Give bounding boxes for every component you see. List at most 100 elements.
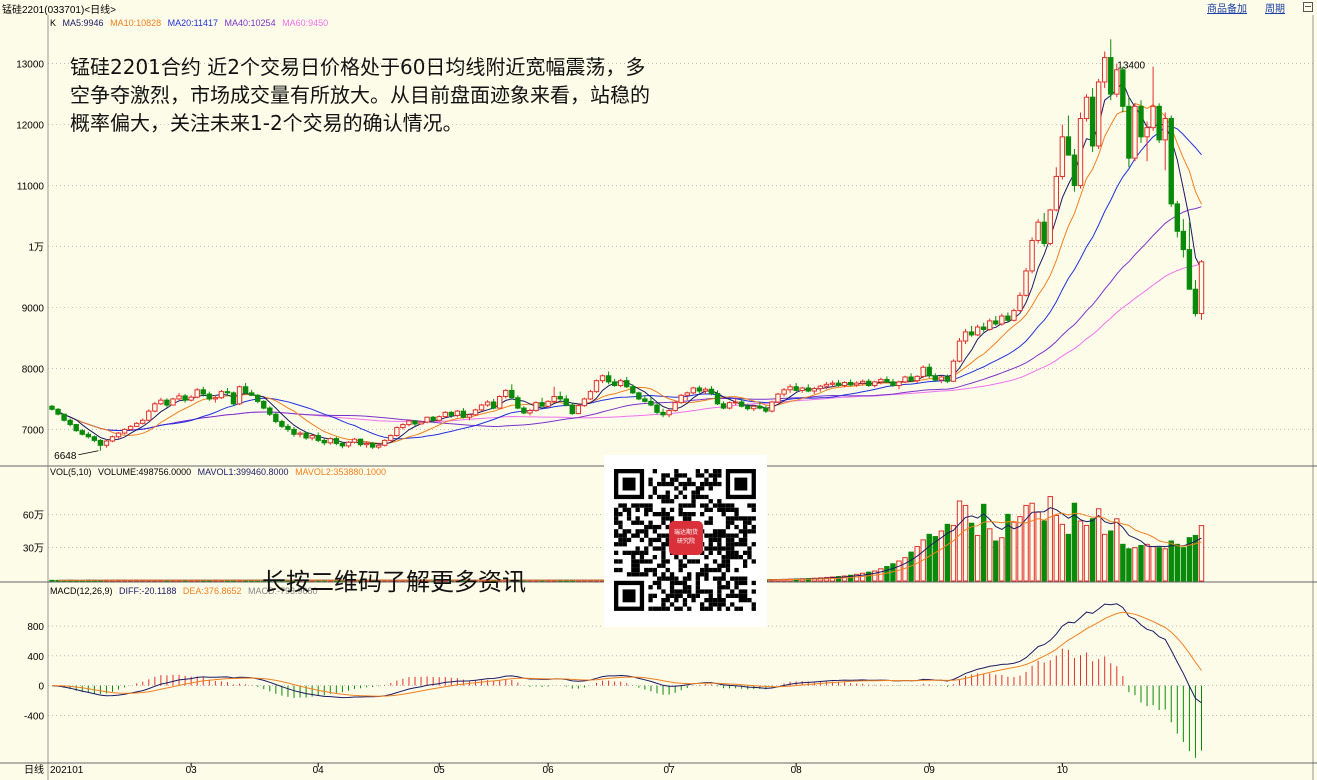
candle-body xyxy=(115,432,122,438)
qr-module xyxy=(652,580,657,586)
qr-module xyxy=(669,477,675,482)
minimize-icon[interactable] xyxy=(1303,2,1313,12)
qr-module xyxy=(669,585,675,590)
qr-module xyxy=(717,469,722,474)
candle-body xyxy=(248,392,255,396)
volume-bar xyxy=(1126,548,1132,582)
qr-module xyxy=(708,546,713,551)
qr-module xyxy=(704,563,709,568)
candle-body xyxy=(1162,118,1168,141)
legend-vol: VOL(5,10) xyxy=(50,467,92,477)
qr-module xyxy=(725,533,731,538)
qr-module xyxy=(730,550,735,555)
qr-module xyxy=(687,593,692,598)
qr-module xyxy=(678,563,683,568)
candle-body xyxy=(369,442,376,448)
qr-module xyxy=(652,546,657,551)
qr-module xyxy=(665,567,670,573)
qr-module xyxy=(661,516,666,521)
qr-module xyxy=(661,589,666,594)
volume-bar xyxy=(1041,520,1047,582)
volume-bar xyxy=(1077,520,1084,582)
volume-bar xyxy=(968,522,975,582)
qr-module xyxy=(678,481,683,487)
candle-body xyxy=(182,395,188,401)
month-label: 03 xyxy=(186,765,198,776)
period-link[interactable]: 周期 xyxy=(1265,0,1285,15)
qr-module xyxy=(717,481,722,487)
qr-module xyxy=(721,503,726,508)
qr-module xyxy=(721,572,726,577)
candle-body xyxy=(327,438,334,444)
qr-module xyxy=(614,507,619,512)
qr-module xyxy=(708,516,713,521)
qr-module xyxy=(622,529,627,534)
candle-body xyxy=(73,424,79,432)
qr-module xyxy=(665,516,670,521)
volume-bar xyxy=(1150,546,1156,582)
legend-ma5: MA5:9946 xyxy=(62,18,104,28)
candle-body xyxy=(363,442,370,446)
commodity-link[interactable]: 商品备加 xyxy=(1207,0,1247,15)
min-price-pointer xyxy=(78,450,99,456)
qr-module xyxy=(730,546,735,551)
qr-module xyxy=(721,576,726,581)
qr-code[interactable]: 瑞达期货 研究院 xyxy=(604,455,767,627)
candle-body xyxy=(835,382,842,387)
qr-module xyxy=(717,576,722,581)
qr-module xyxy=(700,589,705,594)
qr-module xyxy=(695,576,700,581)
qr-module xyxy=(639,572,645,577)
qr-module xyxy=(738,606,743,611)
qr-module xyxy=(669,589,675,594)
qr-module xyxy=(682,576,688,581)
price-tick-label: 1万 xyxy=(28,243,44,254)
qr-module xyxy=(657,585,662,590)
qr-module xyxy=(734,576,739,581)
qr-module xyxy=(661,576,666,581)
qr-module xyxy=(678,589,683,594)
qr-module xyxy=(682,494,688,500)
candle-body xyxy=(545,400,551,407)
qr-module xyxy=(743,598,748,603)
qr-module xyxy=(674,589,679,594)
qr-module xyxy=(669,593,675,598)
qr-module xyxy=(661,598,666,603)
candle-body xyxy=(636,392,642,400)
candle-body xyxy=(581,398,588,407)
candle-body xyxy=(551,396,557,402)
candle-body xyxy=(1198,261,1205,315)
qr-module xyxy=(743,580,748,586)
analysis-annotation: 锰硅2201合约 近2个交易日价格处于60日均线附近宽幅震荡，多空争夺激烈，市场… xyxy=(70,55,650,135)
candle-body xyxy=(781,389,787,395)
qr-module xyxy=(661,572,666,577)
max-price-label: 13400 xyxy=(1117,61,1145,72)
candle-body xyxy=(454,410,461,416)
candle-body xyxy=(968,331,975,336)
candle-body xyxy=(938,376,945,381)
qr-module xyxy=(725,520,731,525)
qr-module xyxy=(730,589,735,594)
qr-module xyxy=(734,606,739,611)
candle-body xyxy=(805,387,811,392)
volume-bar xyxy=(1035,511,1041,582)
qr-module xyxy=(674,598,679,603)
candle-body xyxy=(884,378,890,383)
qr-module xyxy=(730,516,735,521)
qr-module xyxy=(635,533,640,538)
candle-body xyxy=(823,383,830,387)
qr-module xyxy=(682,473,688,478)
qr-module xyxy=(691,593,696,598)
qr-module xyxy=(669,499,675,504)
candle-body xyxy=(79,430,85,435)
candle-body xyxy=(140,419,146,424)
candle-body xyxy=(97,439,104,446)
candle-body xyxy=(720,403,727,409)
qr-module xyxy=(700,606,705,611)
month-label: 08 xyxy=(791,765,803,776)
qr-module xyxy=(652,512,657,517)
candle-body xyxy=(1071,154,1078,187)
candle-body xyxy=(200,389,206,395)
candle-body xyxy=(763,407,769,412)
qr-module xyxy=(622,477,636,491)
